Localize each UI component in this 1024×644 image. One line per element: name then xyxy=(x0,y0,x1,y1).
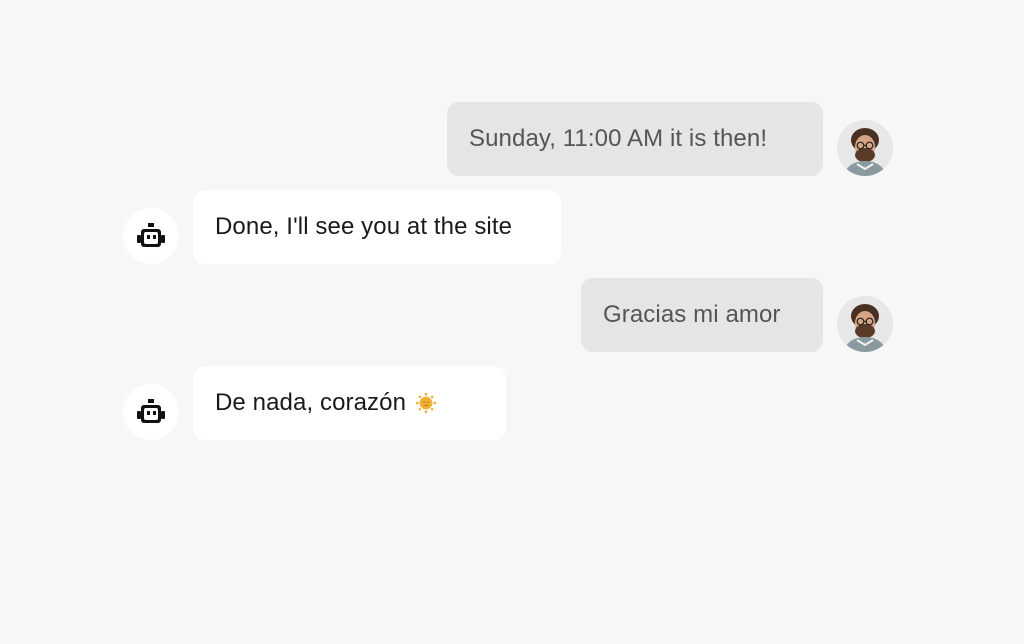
user-message-bubble: Gracias mi amor xyxy=(581,278,823,352)
bot-message-bubble: De nada, corazón xyxy=(193,366,506,440)
message-text: Done, I'll see you at the site xyxy=(215,213,513,240)
message-text: De nada, corazón xyxy=(215,389,407,416)
user-photo-avatar xyxy=(837,120,893,176)
message-text: Sunday, 11:00 AM it is then! xyxy=(469,125,768,152)
user-message-bubble: Sunday, 11:00 AM it is then! xyxy=(447,102,823,176)
message-row-user: Sunday, 11:00 AM it is then! xyxy=(447,102,893,176)
bot-avatar xyxy=(123,384,179,440)
sun-emoji xyxy=(415,392,437,414)
bot-message-bubble: Done, I'll see you at the site xyxy=(193,190,561,264)
message-text: Gracias mi amor xyxy=(603,301,781,328)
user-avatar xyxy=(837,296,893,352)
user-avatar xyxy=(837,120,893,176)
bot-avatar xyxy=(123,208,179,264)
user-photo-avatar xyxy=(837,296,893,352)
robot-icon xyxy=(137,399,165,423)
message-row-bot: De nada, corazón xyxy=(123,366,506,440)
chat-thread: Sunday, 11:00 AM it is then! Done, I'll … xyxy=(0,0,1024,644)
message-row-bot: Done, I'll see you at the site xyxy=(123,190,561,264)
message-row-user: Gracias mi amor xyxy=(581,278,893,352)
robot-icon xyxy=(137,223,165,247)
